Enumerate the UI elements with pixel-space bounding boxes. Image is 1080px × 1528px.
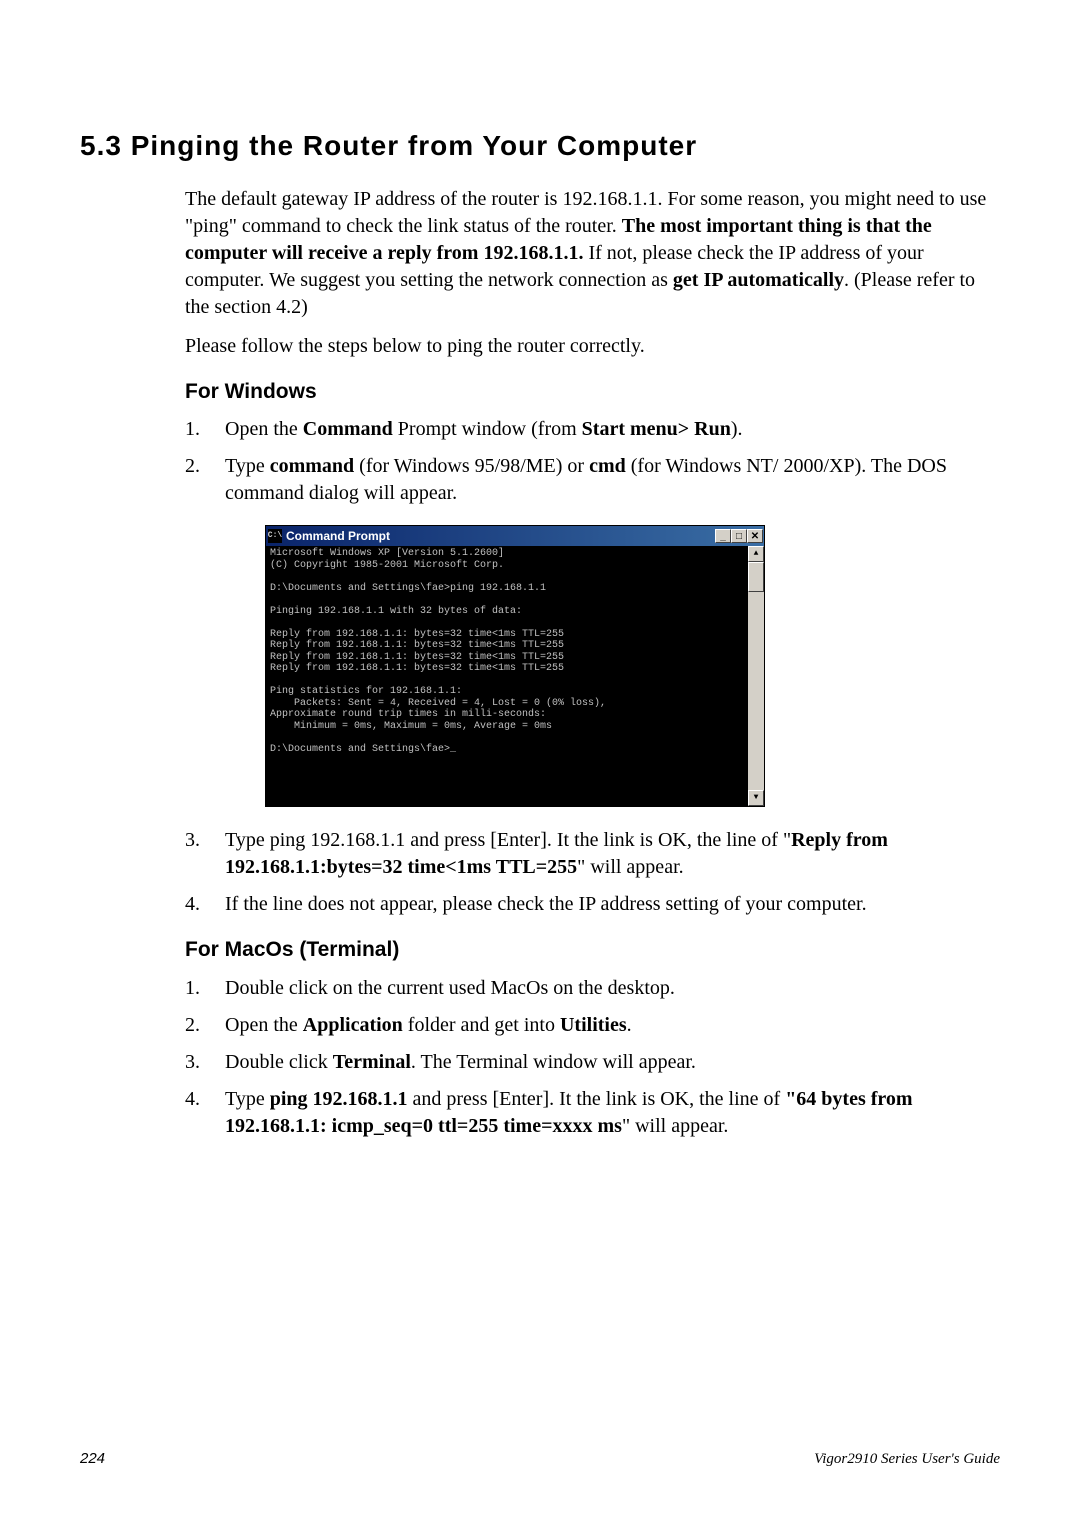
step-text: Open the: [225, 418, 303, 440]
step-bold: Command: [303, 418, 393, 440]
step-text: " will appear.: [577, 856, 683, 878]
step-text: Prompt window (from: [393, 418, 582, 440]
cmd-scrollbar[interactable]: ▲ ▼: [748, 546, 764, 806]
intro-paragraph-1: The default gateway IP address of the ro…: [185, 186, 1000, 321]
step-text: . The Terminal window will appear.: [411, 1051, 696, 1073]
list-item: Double click on the current used MacOs o…: [185, 975, 1000, 1002]
section-title: 5.3 Pinging the Router from Your Compute…: [80, 130, 1000, 162]
windows-heading: For Windows: [185, 378, 1000, 406]
step-bold: Application: [303, 1014, 403, 1036]
step-text: " will appear.: [622, 1115, 728, 1137]
step-bold: command: [270, 455, 354, 477]
step-text: Type: [225, 455, 270, 477]
scroll-thumb[interactable]: [748, 562, 764, 592]
step-bold: Terminal: [333, 1051, 411, 1073]
step-bold: cmd: [589, 455, 626, 477]
macos-steps: Double click on the current used MacOs o…: [185, 975, 1000, 1140]
step-text: (for Windows 95/98/ME) or: [354, 455, 589, 477]
close-button[interactable]: ✕: [747, 529, 763, 543]
step-text: and press [Enter]. It the link is OK, th…: [408, 1088, 786, 1110]
list-item: Type ping 192.168.1.1 and press [Enter].…: [185, 827, 1000, 881]
scroll-down-icon[interactable]: ▼: [748, 790, 764, 806]
scroll-up-icon[interactable]: ▲: [748, 546, 764, 562]
command-prompt-window: C:\ Command Prompt _ □ ✕ Microsoft Windo…: [265, 525, 765, 807]
intro-paragraph-2: Please follow the steps below to ping th…: [185, 333, 1000, 360]
step-bold: Start menu> Run: [582, 418, 731, 440]
list-item: If the line does not appear, please chec…: [185, 891, 1000, 918]
list-item: Open the Application folder and get into…: [185, 1012, 1000, 1039]
list-item: Double click Terminal. The Terminal wind…: [185, 1049, 1000, 1076]
intro-bold-2: get IP automatically: [673, 269, 844, 291]
step-text: Open the: [225, 1014, 303, 1036]
windows-steps: Open the Command Prompt window (from Sta…: [185, 416, 1000, 918]
macos-heading: For MacOs (Terminal): [185, 936, 1000, 964]
cmd-titlebar[interactable]: C:\ Command Prompt _ □ ✕: [266, 526, 764, 546]
page-footer: 224 Vigor2910 Series User's Guide: [80, 1450, 1000, 1468]
step-text: Type ping 192.168.1.1 and press [Enter].…: [225, 829, 791, 851]
cmd-icon: C:\: [268, 529, 282, 543]
cmd-output: Microsoft Windows XP [Version 5.1.2600] …: [266, 546, 748, 806]
step-text: ).: [731, 418, 743, 440]
step-text: Type: [225, 1088, 270, 1110]
list-item: Type command (for Windows 95/98/ME) or c…: [185, 453, 1000, 807]
step-bold: ping 192.168.1.1: [270, 1088, 408, 1110]
minimize-button[interactable]: _: [715, 529, 731, 543]
list-item: Open the Command Prompt window (from Sta…: [185, 416, 1000, 443]
guide-title: Vigor2910 Series User's Guide: [814, 1451, 1000, 1468]
maximize-button[interactable]: □: [731, 529, 747, 543]
step-text: Double click: [225, 1051, 333, 1073]
page-number: 224: [80, 1450, 105, 1467]
step-text: folder and get into: [403, 1014, 560, 1036]
list-item: Type ping 192.168.1.1 and press [Enter].…: [185, 1086, 1000, 1140]
step-text: .: [627, 1014, 632, 1036]
scroll-track[interactable]: [748, 562, 764, 790]
cmd-title: Command Prompt: [286, 528, 715, 544]
step-bold: Utilities: [560, 1014, 627, 1036]
